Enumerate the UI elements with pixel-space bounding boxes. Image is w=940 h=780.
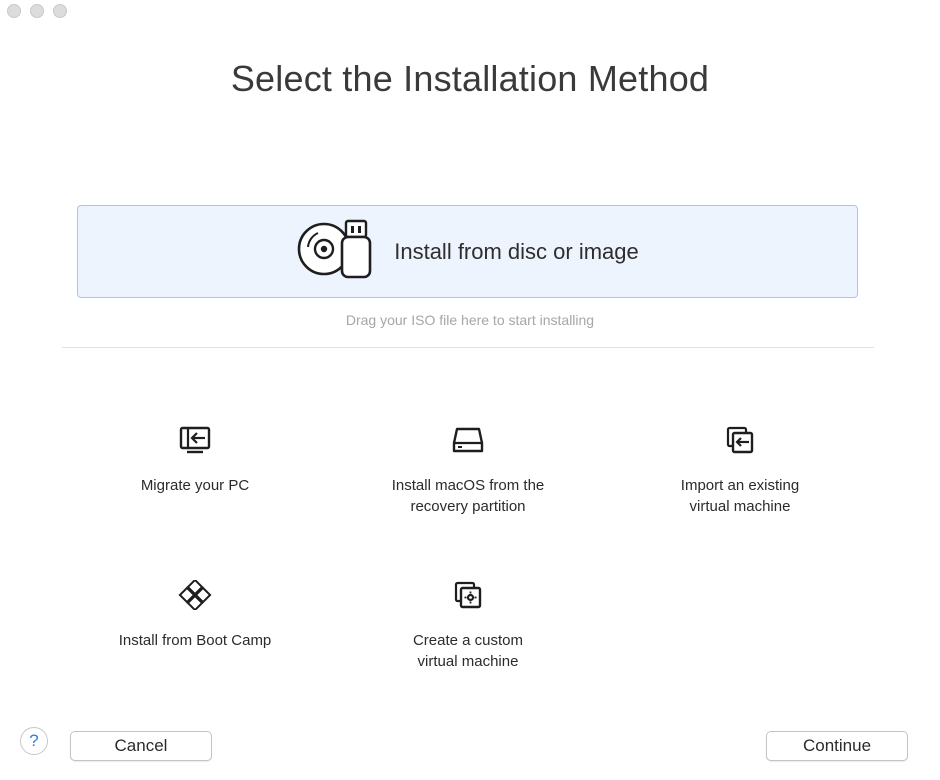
custom-vm-option[interactable]: Create a custom virtual machine: [348, 580, 588, 672]
disc-usb-icon: [296, 217, 376, 286]
custom-vm-label: Create a custom virtual machine: [412, 632, 524, 670]
help-button[interactable]: ?: [20, 727, 48, 755]
drive-icon: [348, 425, 588, 455]
close-window-button[interactable]: [7, 4, 21, 18]
migrate-pc-option[interactable]: Migrate your PC: [75, 425, 315, 496]
zoom-window-button[interactable]: [53, 4, 67, 18]
install-macos-recovery-option[interactable]: Install macOS from the recovery partitio…: [348, 425, 588, 517]
migrate-pc-icon: [75, 425, 315, 455]
import-vm-label: Import an existing virtual machine: [680, 477, 800, 515]
window-controls: [7, 4, 67, 18]
minimize-window-button[interactable]: [30, 4, 44, 18]
migrate-pc-label: Migrate your PC: [140, 477, 250, 494]
drop-hint-text: Drag your ISO file here to start install…: [345, 312, 595, 328]
page-title: Select the Installation Method: [230, 58, 710, 99]
cancel-button[interactable]: Cancel: [70, 731, 212, 761]
continue-button[interactable]: Continue: [766, 731, 908, 761]
boot-camp-icon: [75, 578, 315, 612]
import-vm-icon: [620, 425, 860, 455]
section-divider: [62, 347, 874, 348]
installer-window: Select the Installation Method Install f…: [0, 0, 940, 780]
import-vm-option[interactable]: Import an existing virtual machine: [620, 425, 860, 517]
install-from-disc-label: Install from disc or image: [394, 238, 639, 264]
boot-camp-label: Install from Boot Camp: [118, 632, 272, 649]
custom-vm-icon: [348, 580, 588, 610]
install-macos-recovery-label: Install macOS from the recovery partitio…: [391, 477, 545, 515]
install-from-disc-option[interactable]: Install from disc or image: [77, 205, 858, 298]
boot-camp-option[interactable]: Install from Boot Camp: [75, 578, 315, 651]
